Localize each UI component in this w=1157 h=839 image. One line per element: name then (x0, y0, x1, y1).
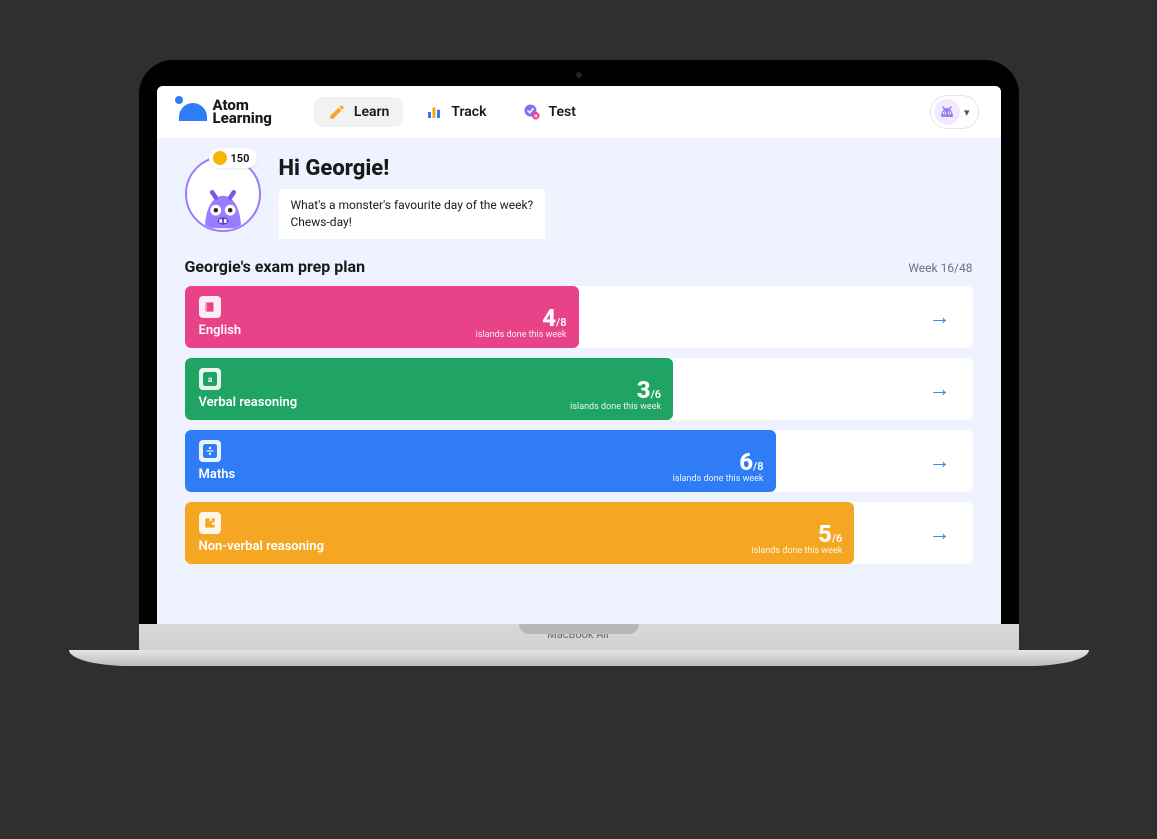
pencil-icon (328, 103, 346, 121)
subject-cards: English4/8islands done this week → aVerbal… (185, 286, 973, 564)
arrow-right-icon: → (929, 376, 951, 402)
progress-caption: islands done this week (751, 546, 842, 556)
subject-progress: 4/8islands done this week (476, 306, 567, 340)
subject-name: Non-verbal reasoning (199, 539, 841, 554)
progress-caption: islands done this week (570, 402, 661, 412)
progress-done: 6 (739, 448, 753, 476)
bar-chart-icon (425, 103, 443, 121)
check-badge-icon: ✕ (523, 103, 541, 121)
nav-track[interactable]: Track (411, 97, 500, 127)
laptop-frame: Atom Learning Learn (139, 60, 1019, 654)
subject-progress: 6/8islands done this week (673, 450, 764, 484)
joke-line-2: Chews-day! (291, 214, 534, 231)
chevron-down-icon: ▾ (964, 106, 970, 119)
subject-arrow-zone: → (854, 502, 972, 564)
subject-icon (199, 440, 221, 462)
subject-arrow-zone: → (776, 430, 973, 492)
joke-line-1: What's a monster's favourite day of the … (291, 197, 534, 214)
progress-done: 5 (818, 520, 832, 548)
laptop-bezel: Atom Learning Learn (139, 60, 1019, 624)
progress-total: /8 (556, 316, 566, 329)
subject-icon (199, 512, 221, 534)
subject-progress-fill: Non-verbal reasoning5/6islands done this… (185, 502, 855, 564)
avatar-wrap: 150 (185, 156, 261, 232)
speech-bubble: What's a monster's favourite day of the … (279, 189, 546, 239)
subject-arrow-zone: → (673, 358, 972, 420)
progress-caption: islands done this week (476, 330, 567, 340)
svg-text:a: a (207, 374, 212, 384)
plan-title: Georgie's exam prep plan (185, 257, 366, 276)
profile-menu[interactable]: ▾ (930, 95, 979, 129)
nav-test[interactable]: ✕ Test (509, 97, 590, 127)
avatar-icon (934, 99, 960, 125)
brand-line2: Learning (213, 112, 272, 126)
progress-done: 4 (542, 304, 556, 332)
main-nav: Learn Track ✕ Test (314, 97, 590, 127)
week-indicator: Week 16/48 (908, 261, 972, 275)
laptop-notch (519, 624, 639, 634)
coin-badge[interactable]: 150 (209, 148, 258, 168)
progress-total: /6 (832, 532, 842, 545)
brand-logo[interactable]: Atom Learning (179, 99, 272, 126)
subject-progress-fill: aVerbal reasoning3/6islands done this we… (185, 358, 674, 420)
progress-total: /8 (753, 460, 763, 473)
greeting-title: Hi Georgie! (279, 156, 546, 181)
arrow-right-icon: → (929, 520, 951, 546)
top-bar: Atom Learning Learn (157, 86, 1001, 138)
coin-count: 150 (231, 152, 250, 165)
coin-icon (213, 151, 227, 165)
main-content: 150 (157, 138, 1001, 582)
subject-progress: 5/6islands done this week (751, 522, 842, 556)
hero-text: Hi Georgie! What's a monster's favourite… (279, 156, 546, 239)
subject-progress-fill: Maths6/8islands done this week (185, 430, 776, 492)
subject-card[interactable]: Non-verbal reasoning5/6islands done this… (185, 502, 973, 564)
logo-mark-icon (179, 103, 207, 121)
logo-text: Atom Learning (213, 99, 272, 126)
subject-progress: 3/6islands done this week (570, 378, 661, 412)
progress-caption: islands done this week (673, 474, 764, 484)
app-screen: Atom Learning Learn (157, 86, 1001, 624)
subject-card[interactable]: aVerbal reasoning3/6islands done this we… (185, 358, 973, 420)
nav-learn[interactable]: Learn (314, 97, 403, 127)
laptop-foot (69, 650, 1089, 666)
nav-learn-label: Learn (354, 104, 389, 120)
subject-icon (199, 296, 221, 318)
subject-card[interactable]: English4/8islands done this week → (185, 286, 973, 348)
subject-card[interactable]: Maths6/8islands done this week → (185, 430, 973, 492)
nav-test-label: Test (549, 104, 576, 120)
laptop-base: MacBook Air (139, 624, 1019, 654)
arrow-right-icon: → (929, 304, 951, 330)
subject-icon: a (199, 368, 221, 390)
arrow-right-icon: → (929, 448, 951, 474)
subject-progress-fill: English4/8islands done this week (185, 286, 579, 348)
monster-icon (196, 176, 250, 230)
svg-text:✕: ✕ (533, 114, 537, 120)
nav-track-label: Track (451, 104, 486, 120)
greeting-hero: 150 (185, 156, 973, 239)
progress-total: /6 (651, 388, 661, 401)
plan-header: Georgie's exam prep plan Week 16/48 (185, 257, 973, 276)
progress-done: 3 (637, 376, 651, 404)
subject-arrow-zone: → (579, 286, 973, 348)
